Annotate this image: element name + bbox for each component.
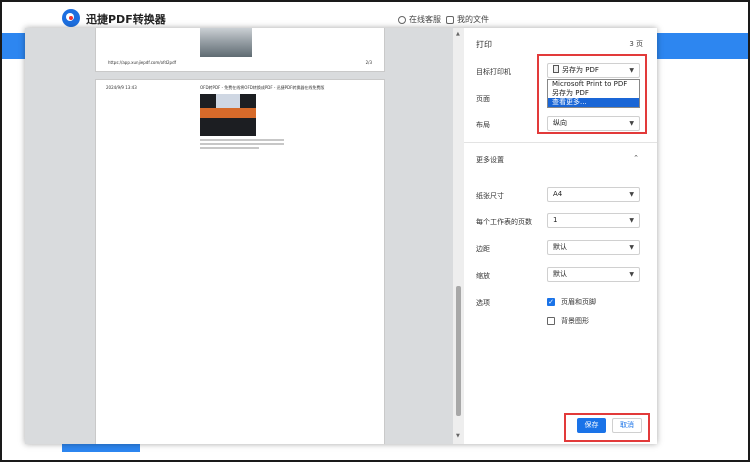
destination-dropdown-list: Microsoft Print to PDF 另存为 PDF 查看更多... (547, 79, 640, 108)
destination-option-save-pdf[interactable]: 另存为 PDF (548, 89, 639, 98)
destination-option-see-more[interactable]: 查看更多... (548, 98, 639, 107)
screenshot-border (0, 0, 750, 462)
destination-option-ms-print[interactable]: Microsoft Print to PDF (548, 80, 639, 89)
